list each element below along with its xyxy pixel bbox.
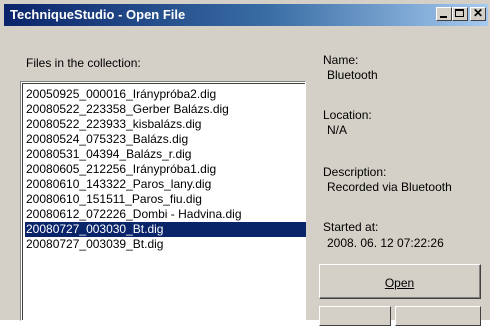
location-value: N/A [327,123,348,137]
started-label: Started at: [323,220,379,234]
close-button[interactable]: ✕ [470,6,486,21]
file-list-item[interactable]: 20080531_04394_Balázs_r.dig [25,147,306,162]
file-list-item[interactable]: 20080610_151511_Paros_fiu.dig [25,192,306,207]
name-value: Bluetooth [327,68,378,82]
maximize-button[interactable] [452,7,468,21]
files-label: Files in the collection: [26,56,141,70]
file-list-item[interactable]: 20080522_223358_Gerber Balázs.dig [25,102,306,117]
location-label: Location: [323,108,372,122]
open-file-window: TechniqueStudio - Open File ✕ Files in t… [0,0,490,326]
description-label: Description: [323,165,387,179]
secondary-button-right[interactable] [395,306,481,326]
file-list[interactable]: 20050925_000016_Iránypróba2.dig 20080522_… [20,81,306,321]
file-list-item[interactable]: 20080605_212256_Iránypróba1.dig [25,162,306,177]
file-list-item[interactable]: 20080524_075323_Balázs.dig [25,132,306,147]
open-button-frame: Open [320,265,480,298]
open-button-label: Open [384,276,415,290]
started-value: 2008. 06. 12 07:22:26 [327,236,444,250]
minimize-button[interactable] [436,7,452,21]
open-button[interactable]: Open [319,264,481,299]
name-label: Name: [323,53,359,67]
minimize-icon [440,16,447,18]
title-bar[interactable]: TechniqueStudio - Open File ✕ [4,4,488,26]
file-list-item[interactable]: 20080612_072226_Dombi - Hadvina.dig [25,207,306,222]
file-list-item[interactable]: 20050925_000016_Iránypróba2.dig [25,87,306,102]
file-list-item[interactable]: 20080727_003039_Bt.dig [25,237,306,252]
maximize-icon [455,9,464,17]
file-list-frame: 20050925_000016_Iránypróba2.dig 20080522_… [22,83,306,320]
file-list-item[interactable]: 20080727_003030_Bt.dig [25,222,306,237]
window-title: TechniqueStudio - Open File [10,7,186,22]
close-icon: ✕ [472,6,484,20]
secondary-button-left[interactable] [319,306,391,326]
file-list-item[interactable]: 20080610_143322_Paros_lany.dig [25,177,306,192]
file-list-item[interactable]: 20080522_223933_kisbalázs.dig [25,117,306,132]
description-value: Recorded via Bluetooth [327,180,452,194]
